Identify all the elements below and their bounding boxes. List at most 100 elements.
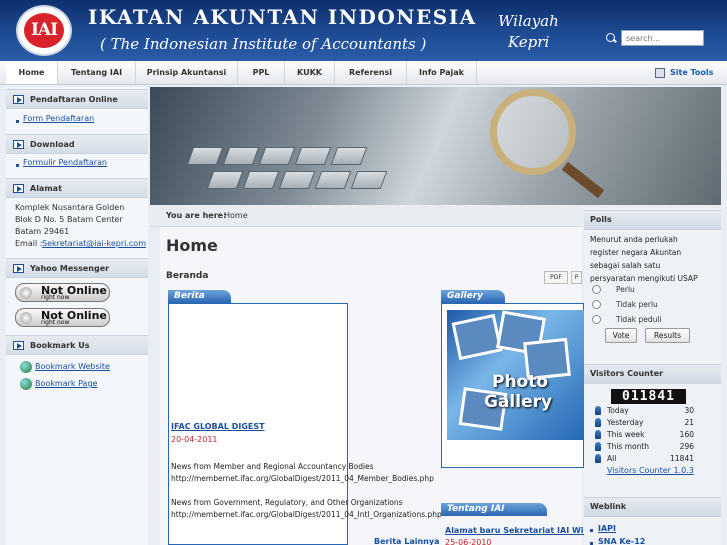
keyboard-banner-image — [150, 87, 721, 205]
visitor-row-value: 296 — [679, 442, 694, 451]
berita-lainnya-link[interactable]: Berita Lainnya — [374, 537, 439, 545]
nav-tentang-iai[interactable]: Tentang IAI — [58, 61, 136, 84]
poll-question: persyaratan mengikuti USAP — [590, 274, 698, 283]
yahoo-icon — [20, 312, 32, 324]
news-text: http://membernet.ifac.org/GlobalDigest/2… — [171, 510, 442, 519]
visitor-icon — [595, 442, 601, 451]
address-line: Blok D No. 5 Batam Center — [15, 215, 123, 224]
module-title: Download — [30, 140, 75, 149]
news-title-link[interactable]: IFAC GLOBAL DIGEST — [171, 422, 265, 431]
yahoo-status-badge[interactable]: Not Online right now — [15, 283, 110, 302]
site-tools-link[interactable]: Site Tools — [670, 61, 713, 84]
arrow-icon — [13, 140, 24, 149]
visitor-row-label: All — [607, 454, 617, 463]
region-label-1: Wilayah — [498, 12, 559, 30]
bullet-icon — [16, 164, 19, 167]
pdf-button[interactable]: PDF — [544, 271, 568, 284]
visitor-icon — [595, 406, 601, 415]
visitor-row-value: 11841 — [670, 454, 694, 463]
weblink-header: Weblink — [584, 497, 721, 517]
poll-radio-tidak-perlu[interactable] — [592, 300, 601, 309]
gallery-image-text: Gallery — [484, 392, 553, 412]
berita-tab: Berita — [168, 290, 231, 303]
form-pendaftaran-link[interactable]: Form Pendaftaran — [23, 114, 94, 123]
search-input[interactable] — [621, 30, 704, 46]
module-title: Bookmark Us — [30, 341, 90, 350]
nav-info-pajak[interactable]: Info Pajak — [407, 61, 477, 84]
visitor-icon — [595, 430, 601, 439]
module-title: Yahoo Messenger — [30, 264, 110, 273]
tentang-news-date: 25-06-2010 — [445, 538, 492, 545]
logo-text: IAI — [24, 13, 64, 48]
news-date: 20-04-2011 — [171, 435, 218, 444]
page: IAI IKATAN AKUNTAN INDONESIA ( The Indon… — [0, 0, 727, 545]
visitor-counter-display: 011841 — [611, 389, 686, 404]
formulir-pendaftaran-link[interactable]: Formulir Pendaftaran — [23, 158, 107, 167]
site-subtitle: ( The Indonesian Institute of Accountant… — [100, 35, 427, 53]
address-line: Batam 29461 — [15, 227, 70, 236]
visitors-counter-header: Visitors Counter — [584, 364, 721, 384]
vote-button[interactable]: Vote — [605, 328, 637, 343]
module-yahoo-header: Yahoo Messenger — [6, 258, 148, 278]
module-title: Alamat — [30, 184, 62, 193]
poll-question: sebagai salah satu — [590, 261, 661, 270]
poll-radio-tidak-peduli[interactable] — [592, 315, 601, 324]
nav-referensi[interactable]: Referensi — [335, 61, 407, 84]
bookmark-page-link[interactable]: Bookmark Page — [35, 379, 97, 388]
main-nav: Home Tentang IAI Prinsip Akuntansi PPL K… — [0, 61, 727, 85]
status-subtext: right now — [41, 319, 70, 326]
search-icon — [606, 33, 615, 42]
email-label: Email : — [15, 239, 43, 248]
module-title: Pendaftaran Online — [30, 95, 118, 104]
bullet-icon — [16, 120, 19, 123]
poll-question: register negara Akuntan — [590, 248, 682, 257]
bookmark-website-link[interactable]: Bookmark Website — [35, 362, 110, 371]
visitor-row-value: 30 — [684, 406, 694, 415]
page-title: Home — [166, 236, 218, 255]
nav-prinsip-akuntansi[interactable]: Prinsip Akuntansi — [136, 61, 238, 84]
visitor-row-label: Yesterday — [607, 418, 644, 427]
arrow-icon — [13, 341, 24, 350]
poll-radio-perlu[interactable] — [592, 285, 601, 294]
weblink-iapi[interactable]: IAPI — [598, 524, 616, 533]
globe-icon — [20, 361, 32, 373]
gallery-tab: Gallery — [441, 290, 505, 303]
module-alamat-header: Alamat — [6, 178, 148, 198]
poll-option-label: Tidak peduli — [616, 315, 662, 324]
nav-ppl[interactable]: PPL — [238, 61, 285, 84]
iai-logo[interactable]: IAI — [16, 5, 72, 56]
bullet-icon — [590, 529, 593, 532]
news-text: http://membernet.ifac.org/GlobalDigest/2… — [171, 474, 434, 483]
print-button[interactable]: P — [571, 271, 582, 284]
yahoo-icon — [20, 287, 32, 299]
news-text: News from Member and Regional Accountanc… — [171, 462, 374, 471]
breadcrumb-home: Home — [224, 211, 248, 220]
visitor-row-value: 21 — [684, 418, 694, 427]
breadcrumb-label: You are here: — [166, 211, 227, 220]
poll-option-label: Perlu — [616, 285, 635, 294]
news-text: News from Government, Regulatory, and Ot… — [171, 498, 403, 507]
arrow-icon — [13, 184, 24, 193]
module-download-header: Download — [6, 134, 148, 154]
visitors-counter-link[interactable]: Visitors Counter 1.0.3 — [607, 466, 694, 475]
section-title: Beranda — [166, 271, 209, 281]
visitor-row-label: This week — [607, 430, 645, 439]
tentang-news-link[interactable]: Alamat baru Sekretariat IAI Wil Ke — [445, 526, 601, 535]
nav-kukk[interactable]: KUKK — [285, 61, 335, 84]
tentang-iai-tab: Tentang IAI — [441, 503, 547, 516]
weblink-sna[interactable]: SNA Ke-12 — [598, 537, 645, 545]
yahoo-status-badge[interactable]: Not Online right now — [15, 308, 110, 327]
photo-gallery-image[interactable]: Photo Gallery — [447, 310, 584, 440]
module-pendaftaran-header: Pendaftaran Online — [6, 89, 148, 109]
gallery-image-text: Photo — [492, 372, 549, 392]
left-sidebar: Pendaftaran Online Form Pendaftaran Down… — [6, 87, 148, 545]
site-tools-icon[interactable] — [655, 68, 665, 78]
results-button[interactable]: Results — [645, 328, 690, 343]
visitor-icon — [595, 454, 601, 463]
nav-home[interactable]: Home — [6, 61, 58, 84]
visitor-row-label: Today — [607, 406, 629, 415]
poll-option-label: Tidak perlu — [616, 300, 658, 309]
visitor-icon — [595, 418, 601, 427]
status-subtext: right now — [41, 294, 70, 301]
email-link[interactable]: Sekretariat@iai-kepri.com — [42, 239, 146, 248]
